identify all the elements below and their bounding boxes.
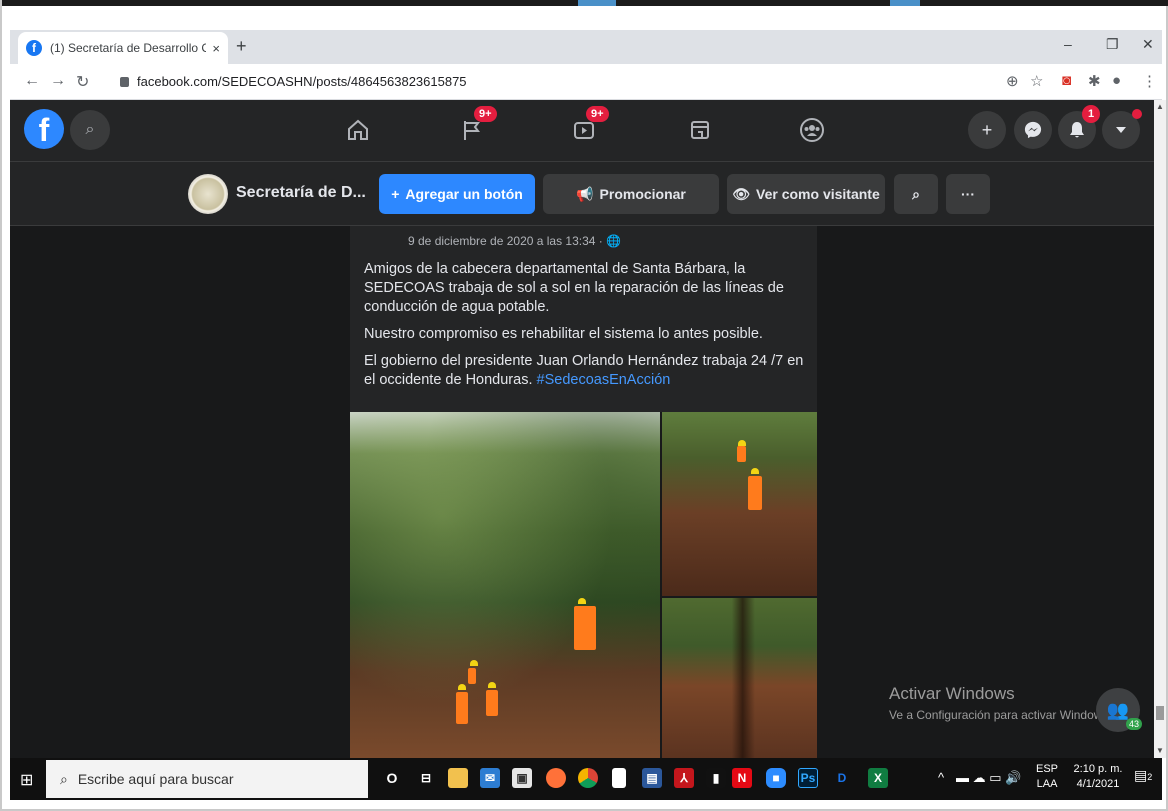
clock[interactable]: 2:10 p. m. 4/1/2021 xyxy=(1068,762,1128,792)
extension-pocket-icon[interactable]: ◙ xyxy=(1062,72,1071,89)
url-field[interactable]: facebook.com/SEDECOASHN/posts/4864563823… xyxy=(120,74,467,89)
marketplace-icon[interactable] xyxy=(680,114,720,146)
bookmark-star-icon[interactable]: ☆ xyxy=(1030,72,1043,90)
contacts-chat-icon[interactable]: 👥 43 xyxy=(1096,688,1142,732)
pages-flag-icon[interactable]: 9+ xyxy=(452,106,497,146)
scroll-thumb[interactable] xyxy=(1156,706,1164,720)
view-as-visitor-button[interactable]: 👁 Ver como visitante xyxy=(727,174,885,214)
create-plus-button[interactable]: + xyxy=(968,111,1006,149)
back-icon[interactable]: ← xyxy=(24,72,40,90)
zoom-icon[interactable]: ⊕ xyxy=(1006,72,1019,90)
reload-icon[interactable]: ↻ xyxy=(76,72,89,92)
acrobat-icon[interactable]: ⅄ xyxy=(674,768,694,788)
tab-title: (1) Secretaría de Desarrollo Com xyxy=(50,41,207,55)
post-paragraph: Nuestro compromiso es rehabilitar el sis… xyxy=(364,326,763,342)
netflix-icon[interactable]: N xyxy=(732,768,752,788)
facebook-favicon-icon: f xyxy=(26,40,42,56)
forward-icon[interactable]: → xyxy=(50,72,66,90)
new-tab-button[interactable]: + xyxy=(236,36,247,57)
post-photo-bottom-right[interactable] xyxy=(662,598,817,758)
post-paragraph: El gobierno del presidente Juan Orlando … xyxy=(364,353,804,388)
zoom-app-icon[interactable]: ■ xyxy=(766,768,786,788)
messenger-icon[interactable] xyxy=(1014,111,1052,149)
add-button-button[interactable]: + Agregar un botón xyxy=(379,174,535,214)
cortana-icon[interactable]: O xyxy=(382,768,402,788)
page-search-button[interactable]: ⌕ xyxy=(894,174,938,214)
promote-button[interactable]: 📢 Promocionar xyxy=(543,174,719,214)
post-photo-main[interactable] xyxy=(350,412,660,758)
chrome-icon[interactable] xyxy=(578,768,598,788)
more-options-button[interactable]: ··· xyxy=(946,174,990,214)
page-scrollbar[interactable]: ▲ ▼ xyxy=(1154,100,1166,758)
groups-icon[interactable] xyxy=(792,114,832,146)
megaphone-icon: 📢 xyxy=(576,185,594,202)
minimize-icon[interactable]: – xyxy=(1064,36,1072,52)
home-icon[interactable] xyxy=(338,114,378,146)
page-name[interactable]: Secretaría de D... xyxy=(236,184,366,202)
tab-close-icon[interactable]: × xyxy=(212,41,220,56)
chat-count-badge: 43 xyxy=(1125,718,1142,730)
disney-icon[interactable]: D xyxy=(832,768,852,788)
notifications-bell-icon[interactable]: 1 xyxy=(1058,105,1100,149)
word-app-icon[interactable]: ▤ xyxy=(642,768,662,788)
restore-icon[interactable]: ❐ xyxy=(1106,36,1119,53)
search-icon: ⌕ xyxy=(60,770,68,787)
facebook-page: f ⌕ 9+ 9+ + 1 Secretaría de D... + Agreg… xyxy=(10,100,1154,758)
search-icon: ⌕ xyxy=(912,185,920,202)
mail-icon[interactable]: ✉ xyxy=(480,768,500,788)
search-icon[interactable]: ⌕ xyxy=(70,110,110,150)
photoshop-icon[interactable]: Ps xyxy=(798,768,818,788)
hashtag-link[interactable]: #SedecoasEnAcción xyxy=(537,372,671,388)
browser-menu-icon[interactable]: ⋮ xyxy=(1142,72,1157,90)
windows-start-icon[interactable]: ⊞ xyxy=(20,770,33,790)
input-language[interactable]: ESP LAA xyxy=(1036,762,1058,792)
browser-tab-bar: f (1) Secretaría de Desarrollo Com × + –… xyxy=(10,30,1162,64)
page-avatar[interactable] xyxy=(188,174,228,214)
profile-icon[interactable]: ● xyxy=(1112,72,1121,89)
task-view-icon[interactable]: ⊟ xyxy=(416,768,436,788)
post-card: 9 de diciembre de 2020 a las 13:34 · 🌐 A… xyxy=(350,226,817,412)
show-hidden-icons-icon[interactable]: ^ xyxy=(938,770,944,785)
notifications-badge: 1 xyxy=(1082,105,1100,123)
file-explorer-icon[interactable] xyxy=(448,768,468,788)
url-text: facebook.com/SEDECOASHN/posts/4864563823… xyxy=(137,74,467,89)
document-icon[interactable] xyxy=(612,768,626,788)
account-alert-dot xyxy=(1132,109,1142,119)
excel-icon[interactable]: X xyxy=(868,768,888,788)
action-center-icon[interactable]: ▤2 xyxy=(1134,768,1152,785)
watch-icon[interactable]: 9+ xyxy=(564,106,609,146)
pages-badge: 9+ xyxy=(474,106,497,122)
taskbar-search-placeholder: Escribe aquí para buscar xyxy=(77,771,234,787)
store-icon[interactable]: ▣ xyxy=(512,768,532,788)
page-action-bar: Secretaría de D... + Agregar un botón 📢 Pr… xyxy=(10,162,1154,226)
screen: f (1) Secretaría de Desarrollo Com × + –… xyxy=(0,0,1168,811)
top-strip xyxy=(2,0,1168,6)
taskbar-search[interactable]: ⌕ Escribe aquí para buscar xyxy=(46,760,368,798)
post-timestamp[interactable]: 9 de diciembre de 2020 a las 13:34 · 🌐 xyxy=(408,234,621,248)
globe-icon: 🌐 xyxy=(606,234,622,248)
post-body: Amigos de la cabecera departamental de S… xyxy=(364,260,810,398)
watch-badge: 9+ xyxy=(586,106,609,122)
address-bar: ← → ↻ facebook.com/SEDECOASHN/posts/4864… xyxy=(10,64,1162,100)
tray-apps-icon[interactable]: ▬ ☁ ▭ 🔊 xyxy=(956,770,1021,786)
facebook-logo-icon[interactable]: f xyxy=(24,109,64,149)
account-menu-icon[interactable] xyxy=(1102,109,1142,149)
plus-icon: + xyxy=(391,186,400,202)
notes-icon[interactable]: ▮ xyxy=(706,768,726,788)
scroll-down-icon[interactable]: ▼ xyxy=(1156,746,1164,755)
firefox-icon[interactable] xyxy=(546,768,566,788)
eye-icon: 👁 xyxy=(732,185,751,202)
activate-windows-watermark: Activar Windows Ve a Configuración para … xyxy=(889,684,1112,722)
extensions-puzzle-icon[interactable]: ✱ xyxy=(1088,72,1101,90)
post-paragraph: Amigos de la cabecera departamental de S… xyxy=(364,261,784,315)
browser-tab[interactable]: f (1) Secretaría de Desarrollo Com × xyxy=(18,32,228,64)
lock-icon xyxy=(120,77,129,87)
close-window-icon[interactable]: ✕ xyxy=(1142,36,1154,53)
windows-taskbar: ⊞ ⌕ Escribe aquí para buscar O ⊟ ✉ ▣ ▤ ⅄… xyxy=(10,758,1162,800)
facebook-top-nav: f ⌕ 9+ 9+ + 1 xyxy=(10,100,1154,162)
post-photo-top-right[interactable] xyxy=(662,412,817,596)
scroll-up-icon[interactable]: ▲ xyxy=(1156,102,1164,111)
